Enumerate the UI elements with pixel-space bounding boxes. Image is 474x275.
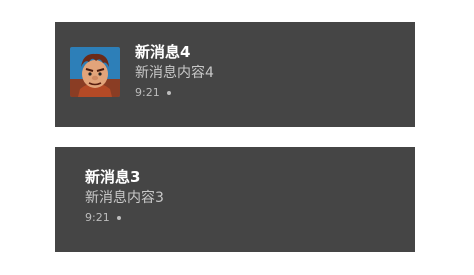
notification-time: 9:21: [135, 86, 160, 99]
notification-meta: 9:21: [85, 211, 164, 225]
notification-stack: 新消息4 新消息内容4 9:21 新消息3 新消息内容3 9:21: [0, 0, 474, 275]
notification-body: 新消息内容4: [135, 65, 214, 81]
unread-dot-icon: [116, 216, 121, 220]
notification-content: 新消息4 新消息内容4 9:21: [135, 42, 214, 100]
notification-body: 新消息内容3: [85, 190, 164, 206]
avatar-icon: [70, 47, 120, 97]
notification-title: 新消息4: [135, 43, 191, 61]
notification-meta: 9:21: [135, 86, 214, 100]
notification-card[interactable]: 新消息3 新消息内容3 9:21: [55, 147, 415, 252]
notification-title: 新消息3: [85, 168, 141, 186]
notification-card[interactable]: 新消息4 新消息内容4 9:21: [55, 22, 415, 127]
notification-time: 9:21: [85, 211, 110, 224]
notification-content: 新消息3 新消息内容3 9:21: [85, 167, 164, 225]
unread-dot-icon: [166, 91, 171, 95]
